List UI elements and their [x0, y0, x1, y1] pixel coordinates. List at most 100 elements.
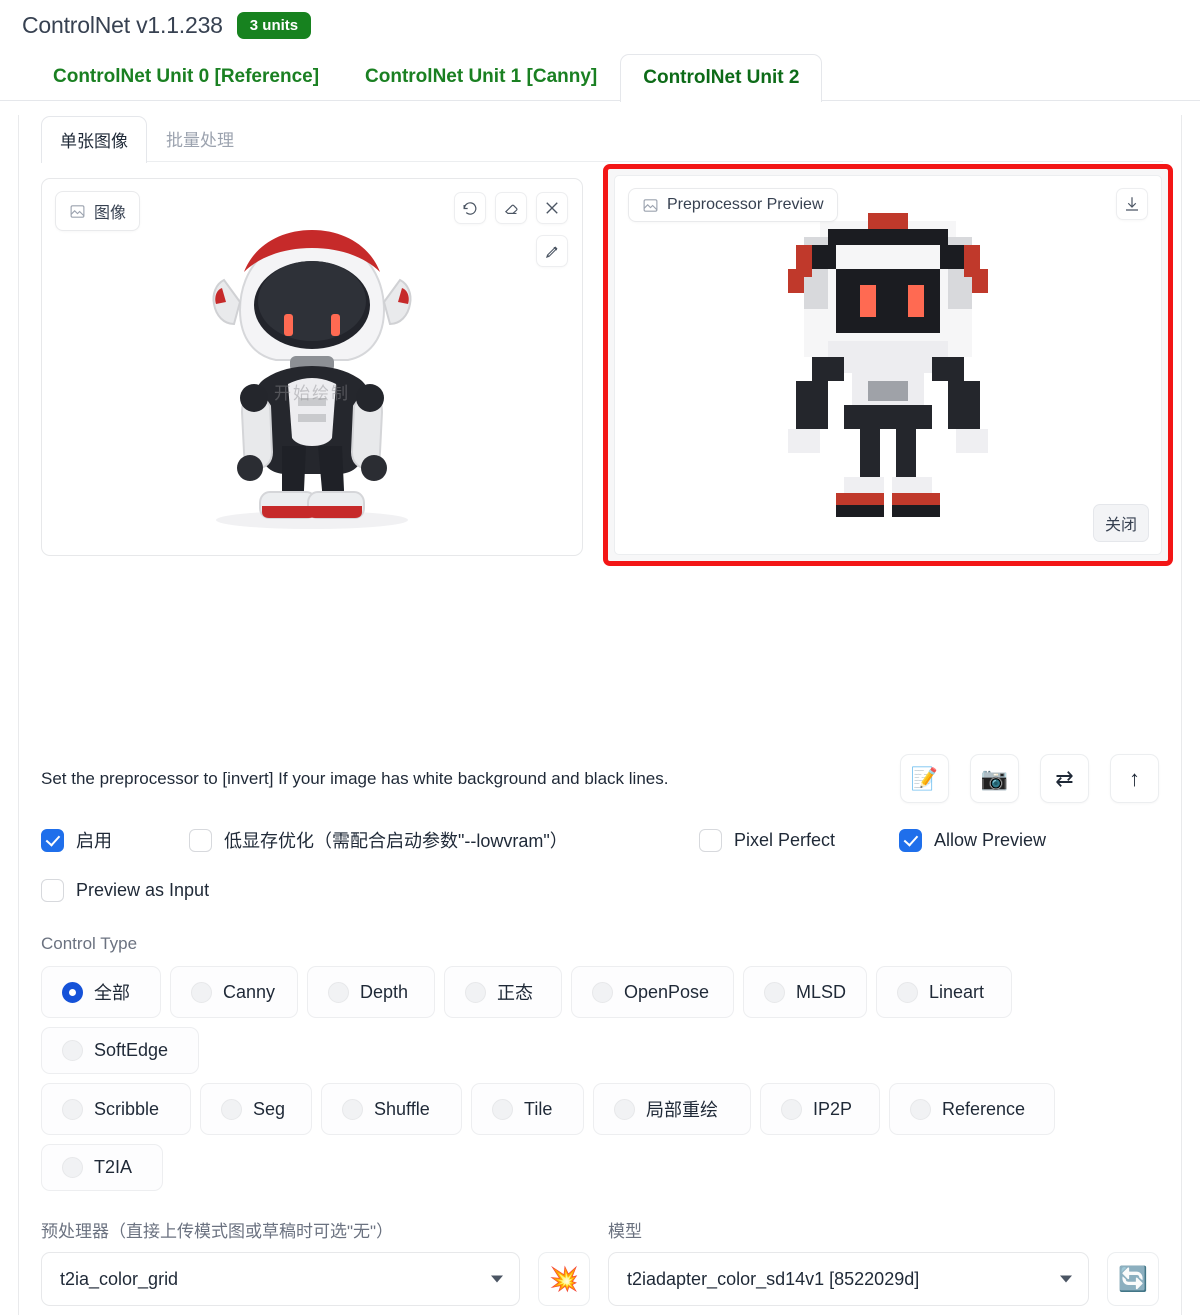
- preprocessor-preview-panel[interactable]: Preprocessor Preview 关闭: [614, 175, 1162, 555]
- radio-shuffle[interactable]: [342, 1098, 363, 1120]
- checkbox-lowvram[interactable]: 低显存优化（需配合启动参数"--lowvram"）: [189, 827, 699, 853]
- control-type-row-1: 全部 Canny Depth 正态 OpenPose MLSD Lineart …: [41, 966, 1159, 1074]
- radio-normal[interactable]: [465, 981, 486, 1003]
- preprocessor-col: 预处理器（直接上传模式图或草稿时可选"无"） t2ia_color_grid: [41, 1217, 521, 1306]
- subtab-single-image[interactable]: 单张图像: [41, 116, 147, 163]
- radio-lineart[interactable]: [897, 981, 918, 1003]
- swap-arrows-icon[interactable]: ⇄: [1040, 754, 1089, 803]
- unit-panel: 单张图像 批量处理 图像 开始绘制 Preprocessor Preview 关…: [18, 115, 1182, 1315]
- eraser-icon[interactable]: [495, 192, 527, 224]
- control-type-openpose[interactable]: OpenPose: [571, 966, 734, 1018]
- options-row-2: Preview as Input: [41, 879, 1159, 902]
- pixel-perfect-checkbox-box[interactable]: [699, 828, 722, 852]
- up-arrow-icon[interactable]: ↑: [1110, 754, 1159, 803]
- control-type-softedge-label: SoftEdge: [94, 1040, 169, 1060]
- model-select[interactable]: t2iadapter_color_sd14v1 [8522029d]: [608, 1252, 1090, 1306]
- lowvram-checkbox-box[interactable]: [189, 828, 212, 852]
- radio-scribble[interactable]: [62, 1098, 83, 1120]
- input-image-chip: 图像: [55, 191, 141, 231]
- control-type-mlsd-label: MLSD: [796, 981, 847, 1002]
- control-type-reference-label: Reference: [942, 1098, 1026, 1119]
- control-type-lineart[interactable]: Lineart: [876, 966, 1012, 1018]
- control-type-row-2: Scribble Seg Shuffle Tile 局部重绘 IP2P Refe…: [41, 1083, 1159, 1191]
- page-title: ControlNet v1.1.238: [22, 12, 223, 38]
- radio-tile[interactable]: [492, 1098, 513, 1120]
- close-icon[interactable]: [536, 192, 568, 224]
- undo-icon[interactable]: [454, 192, 486, 224]
- control-type-depth[interactable]: Depth: [307, 966, 435, 1018]
- control-type-mlsd[interactable]: MLSD: [743, 966, 867, 1018]
- hint-row: Set the preprocessor to [invert] If your…: [41, 754, 1159, 803]
- preprocessor-hint: Set the preprocessor to [invert] If your…: [41, 768, 669, 788]
- chevron-down-icon: [491, 1275, 504, 1283]
- run-preprocessor-button[interactable]: 💥: [538, 1252, 590, 1306]
- radio-seg[interactable]: [221, 1098, 242, 1120]
- radio-mlsd[interactable]: [764, 981, 785, 1003]
- control-type-all-label: 全部: [94, 983, 130, 1003]
- radio-inpaint[interactable]: [614, 1098, 635, 1120]
- tab-unit-0[interactable]: ControlNet Unit 0 [Reference]: [30, 53, 342, 101]
- control-type-inpaint-label: 局部重绘: [646, 1100, 718, 1120]
- preprocessor-select[interactable]: t2ia_color_grid: [41, 1252, 521, 1306]
- radio-reference[interactable]: [910, 1098, 931, 1120]
- control-type-reference[interactable]: Reference: [889, 1083, 1055, 1135]
- control-type-scribble-label: Scribble: [94, 1098, 160, 1119]
- image-icon: [642, 197, 659, 214]
- control-type-inpaint[interactable]: 局部重绘: [593, 1083, 751, 1135]
- camera-icon[interactable]: 📷: [970, 754, 1019, 803]
- radio-ip2p[interactable]: [781, 1098, 802, 1120]
- control-type-tile-label: Tile: [524, 1098, 553, 1119]
- model-col: 模型 t2iadapter_color_sd14v1 [8522029d]: [608, 1217, 1090, 1306]
- memo-pencil-icon[interactable]: 📝: [900, 754, 949, 803]
- canvas-watermark: 开始绘制: [274, 384, 350, 403]
- radio-softedge[interactable]: [62, 1040, 83, 1061]
- enable-checkbox-box[interactable]: [41, 828, 64, 852]
- control-type-t2ia[interactable]: T2IA: [41, 1144, 163, 1191]
- preprocessor-preview-highlight: Preprocessor Preview 关闭: [603, 164, 1173, 566]
- control-type-seg[interactable]: Seg: [200, 1083, 312, 1135]
- refresh-models-button[interactable]: 🔄: [1107, 1252, 1159, 1306]
- enable-label: 启用: [76, 831, 112, 851]
- pen-icon[interactable]: [536, 235, 568, 267]
- control-type-ip2p[interactable]: IP2P: [760, 1083, 880, 1135]
- radio-depth[interactable]: [328, 981, 349, 1003]
- control-type-scribble[interactable]: Scribble: [41, 1083, 191, 1135]
- quick-action-buttons: 📝 📷 ⇄ ↑: [900, 754, 1159, 803]
- radio-all[interactable]: [62, 981, 83, 1003]
- control-type-softedge[interactable]: SoftEdge: [41, 1027, 199, 1074]
- image-icon: [69, 203, 86, 220]
- pixelated-robot-preview: [788, 213, 988, 517]
- control-type-seg-label: Seg: [253, 1098, 286, 1119]
- radio-t2ia[interactable]: [62, 1157, 83, 1178]
- unit-tabs: ControlNet Unit 0 [Reference] ControlNet…: [0, 53, 1200, 102]
- chevron-down-icon: [1060, 1275, 1073, 1283]
- app-header: ControlNet v1.1.238 3 units: [0, 0, 1200, 39]
- lowvram-label: 低显存优化（需配合启动参数"--lowvram"）: [224, 831, 568, 851]
- preview-as-input-checkbox-box[interactable]: [41, 879, 64, 902]
- mode-subtabs: 单张图像 批量处理: [41, 115, 1181, 163]
- tab-unit-2[interactable]: ControlNet Unit 2: [620, 54, 823, 102]
- control-type-label: Control Type: [41, 934, 138, 953]
- close-preview-button[interactable]: 关闭: [1092, 504, 1149, 542]
- image-toolbar: [454, 192, 568, 224]
- checkbox-pixel-perfect[interactable]: Pixel Perfect: [699, 828, 899, 852]
- control-type-tile[interactable]: Tile: [471, 1083, 584, 1135]
- download-icon[interactable]: [1116, 188, 1148, 220]
- control-type-shuffle[interactable]: Shuffle: [321, 1083, 462, 1135]
- preprocessor-value: t2ia_color_grid: [60, 1268, 179, 1289]
- control-type-lineart-label: Lineart: [929, 981, 985, 1002]
- subtab-batch-process[interactable]: 批量处理: [147, 115, 253, 162]
- control-type-normal[interactable]: 正态: [444, 966, 562, 1018]
- tab-unit-1[interactable]: ControlNet Unit 1 [Canny]: [342, 53, 620, 101]
- radio-openpose[interactable]: [592, 981, 613, 1003]
- control-type-all[interactable]: 全部: [41, 966, 161, 1018]
- allow-preview-checkbox-box[interactable]: [899, 828, 922, 852]
- checkbox-allow-preview[interactable]: Allow Preview: [899, 828, 1046, 852]
- control-type-normal-label: 正态: [497, 983, 533, 1003]
- checkbox-preview-as-input[interactable]: Preview as Input: [41, 879, 209, 902]
- input-image-panel[interactable]: 图像 开始绘制: [41, 178, 583, 556]
- checkbox-enable[interactable]: 启用: [41, 827, 189, 853]
- control-type-canny-label: Canny: [223, 981, 276, 1002]
- control-type-canny[interactable]: Canny: [170, 966, 298, 1018]
- radio-canny[interactable]: [191, 981, 212, 1003]
